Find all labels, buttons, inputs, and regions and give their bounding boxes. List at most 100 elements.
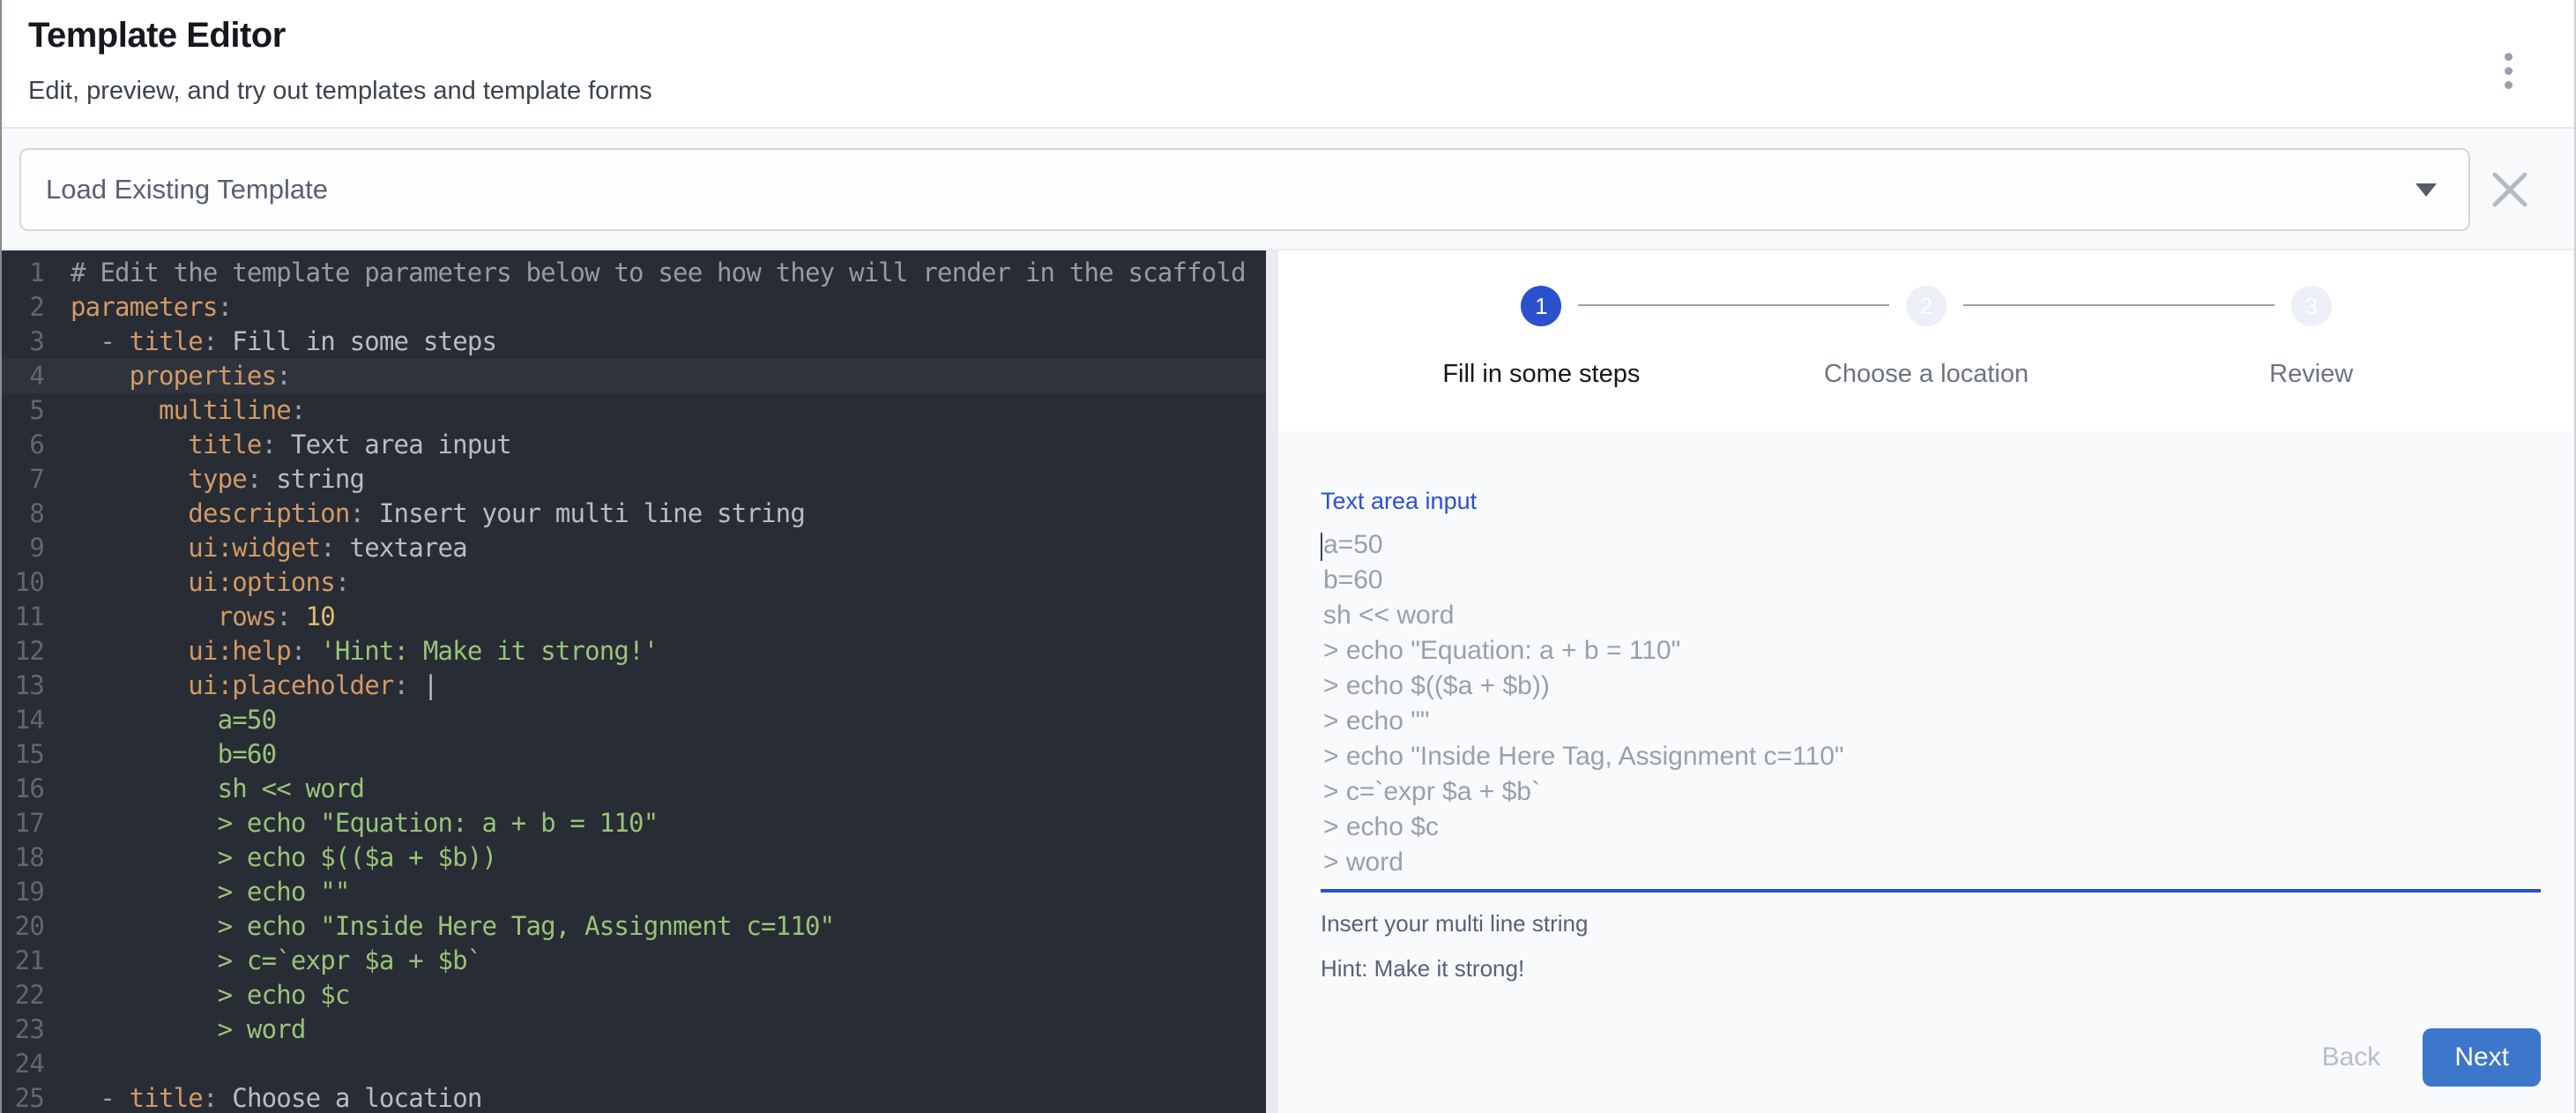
- line-number: 16: [2, 772, 44, 806]
- multiline-textarea[interactable]: a=50b=60sh << word> echo "Equation: a + …: [1321, 527, 2541, 880]
- line-number: 11: [2, 600, 44, 634]
- line-code: ui:widget: textarea: [71, 531, 467, 565]
- editor-lines: 1 # Edit the template parameters below to…: [2, 256, 1266, 1113]
- editor-line: 8 description: Insert your multi line st…: [2, 497, 1266, 531]
- textarea-placeholder-line: > word: [1321, 845, 2541, 880]
- line-code: description: Insert your multi line stri…: [71, 497, 805, 531]
- line-code: [71, 1047, 86, 1081]
- line-code: > word: [71, 1012, 306, 1047]
- stepper-step: 1 Fill in some steps: [1349, 286, 1734, 431]
- line-code: b=60: [71, 737, 276, 772]
- stepper-step: 2 Choose a location: [1734, 286, 2119, 431]
- line-number: 1: [2, 256, 44, 290]
- textarea-placeholder-line: > echo $(($a + $b)): [1321, 669, 2541, 704]
- line-number: 14: [2, 703, 44, 737]
- form-area: Text area input a=50b=60sh << word> echo…: [1278, 431, 2574, 1113]
- line-number: 8: [2, 497, 44, 531]
- line-number: 15: [2, 737, 44, 772]
- editor-line: 1 # Edit the template parameters below to…: [2, 256, 1266, 290]
- kebab-dot: [2505, 67, 2513, 75]
- yaml-editor[interactable]: 1 # Edit the template parameters below to…: [2, 250, 1278, 1113]
- line-code: title: Text area input: [71, 428, 511, 462]
- line-code: # Edit the template parameters below to …: [71, 256, 1246, 290]
- textarea-placeholder-line: > echo "Inside Here Tag, Assignment c=11…: [1321, 739, 2541, 774]
- line-code: > echo "Inside Here Tag, Assignment c=11…: [71, 909, 834, 944]
- step-label: Review: [2118, 360, 2504, 389]
- kebab-menu-icon[interactable]: [2498, 46, 2520, 96]
- line-code: > echo "Equation: a + b = 110": [71, 806, 658, 840]
- line-number: 7: [2, 462, 44, 497]
- stepper-connector: [1963, 304, 2274, 306]
- editor-line: 10 ui:options:: [2, 565, 1266, 600]
- line-code: > echo $(($a + $b)): [71, 840, 496, 875]
- line-code: ui:help: 'Hint: Make it strong!': [71, 634, 658, 669]
- line-code: > c=`expr $a + $b`: [71, 944, 481, 978]
- editor-line: 3 - title: Fill in some steps: [2, 325, 1266, 359]
- line-number: 22: [2, 978, 44, 1012]
- line-code: sh << word: [71, 772, 364, 806]
- editor-line: 9 ui:widget: textarea: [2, 531, 1266, 565]
- clear-template-button[interactable]: [2488, 168, 2532, 212]
- editor-line: 16 sh << word: [2, 772, 1266, 806]
- form-preview-panel: 1 Fill in some steps 2 Choose a location 3 Re…: [1278, 250, 2574, 1113]
- template-editor-page: Template Editor Edit, preview, and try o…: [2, 0, 2574, 1113]
- line-number: 9: [2, 531, 44, 565]
- field-label: Text area input: [1321, 488, 2541, 515]
- step-circle[interactable]: 1: [1521, 286, 1561, 326]
- load-template-select[interactable]: Load Existing Template: [19, 148, 2470, 231]
- editor-line: 22 > echo $c: [2, 978, 1266, 1012]
- textarea-placeholder-line: > echo "Equation: a + b = 110": [1321, 633, 2541, 669]
- line-number: 3: [2, 325, 44, 359]
- text-cursor: [1321, 533, 1322, 561]
- line-code: - title: Fill in some steps: [71, 325, 496, 359]
- kebab-dot: [2505, 81, 2513, 89]
- line-number: 20: [2, 909, 44, 944]
- stepper-connector: [1578, 304, 1889, 306]
- line-code: a=50: [71, 703, 276, 737]
- textarea-focus-underline: [1321, 889, 2541, 893]
- line-number: 25: [2, 1081, 44, 1113]
- close-icon: [2488, 168, 2532, 212]
- line-code: ui:placeholder: |: [71, 669, 438, 703]
- editor-line: 4 properties:: [2, 359, 1266, 393]
- textarea-placeholder-line: b=60: [1321, 563, 2541, 598]
- line-number: 10: [2, 565, 44, 600]
- page-title: Template Editor: [28, 16, 2574, 56]
- editor-line: 14 a=50: [2, 703, 1266, 737]
- textarea-placeholder-line: > echo $c: [1321, 810, 2541, 845]
- editor-line: 18 > echo $(($a + $b)): [2, 840, 1266, 875]
- editor-line: 2parameters:: [2, 290, 1266, 325]
- line-number: 18: [2, 840, 44, 875]
- editor-line: 11 rows: 10: [2, 600, 1266, 634]
- line-number: 24: [2, 1047, 44, 1081]
- page-subtitle: Edit, preview, and try out templates and…: [28, 77, 2574, 106]
- editor-scrollbar[interactable]: [1266, 250, 1278, 1113]
- editor-line: 15 b=60: [2, 737, 1266, 772]
- line-number: 17: [2, 806, 44, 840]
- line-code: rows: 10: [71, 600, 335, 634]
- line-number: 19: [2, 875, 44, 909]
- editor-line: 21 > c=`expr $a + $b`: [2, 944, 1266, 978]
- step-label: Choose a location: [1734, 360, 2119, 389]
- editor-line: 20 > echo "Inside Here Tag, Assignment c…: [2, 909, 1266, 944]
- page-header: Template Editor Edit, preview, and try o…: [2, 0, 2574, 129]
- editor-line: 12 ui:help: 'Hint: Make it strong!': [2, 634, 1266, 669]
- wizard-actions: Back Next: [1321, 1028, 2541, 1087]
- step-circle[interactable]: 3: [2291, 286, 2332, 326]
- step-label: Fill in some steps: [1349, 360, 1734, 389]
- back-button[interactable]: Back: [2317, 1034, 2386, 1081]
- field-description: Insert your multi line string: [1321, 910, 2541, 937]
- line-number: 4: [2, 359, 44, 393]
- textarea-placeholder-line: a=50: [1321, 527, 2541, 563]
- textarea-placeholder-line: sh << word: [1321, 598, 2541, 633]
- stepper-step: 3 Review: [2118, 286, 2504, 431]
- line-number: 21: [2, 944, 44, 978]
- load-template-placeholder: Load Existing Template: [46, 174, 2416, 205]
- chevron-down-icon: [2416, 183, 2437, 197]
- step-circle[interactable]: 2: [1906, 286, 1947, 326]
- editor-line: 6 title: Text area input: [2, 428, 1266, 462]
- next-button[interactable]: Next: [2423, 1028, 2541, 1087]
- main-split: 1 # Edit the template parameters below to…: [2, 250, 2574, 1113]
- textarea-placeholder-line: > c=`expr $a + $b`: [1321, 774, 2541, 810]
- line-code: > echo "": [71, 875, 350, 909]
